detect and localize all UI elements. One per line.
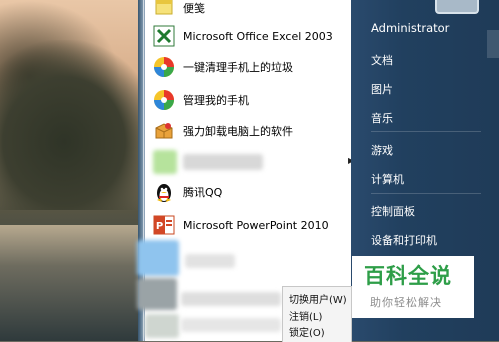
menu-item-documents[interactable]: 文档 (371, 52, 393, 68)
program-label: 强力卸载电脑上的软件 (183, 125, 293, 138)
program-item-phone-cleaner[interactable]: 一键清理手机上的垃圾 (153, 53, 293, 81)
user-avatar[interactable] (435, 0, 479, 14)
watermark-title: 百科全说 (364, 264, 452, 288)
svg-text:P: P (156, 221, 163, 232)
blurred-app-label (183, 154, 263, 170)
colorful-ball-icon (153, 56, 175, 78)
menu-item-control-panel[interactable]: 控制面板 (371, 203, 415, 219)
divider (371, 131, 481, 132)
wallpaper-river (0, 225, 160, 341)
log-off-item[interactable]: 注销(L) (289, 308, 322, 323)
qq-penguin-icon (153, 181, 175, 203)
wallpaper-mountain (0, 40, 160, 210)
program-label: 管理我的手机 (183, 94, 249, 107)
colorful-ball-icon (153, 89, 175, 111)
program-item-excel[interactable]: Microsoft Office Excel 2003 (153, 22, 333, 50)
switch-user-item[interactable]: 切换用户(W) (289, 291, 347, 306)
program-label: Microsoft PowerPoint 2010 (183, 218, 329, 232)
menu-item-devices-printers[interactable]: 设备和打印机 (371, 232, 437, 248)
excel-icon (153, 25, 175, 47)
menu-item-pictures[interactable]: 图片 (371, 81, 393, 97)
user-name[interactable]: Administrator (371, 21, 449, 35)
blurred-app-icon (153, 150, 177, 174)
menu-item-games[interactable]: 游戏 (371, 142, 393, 158)
shutdown-options-menu: 切换用户(W) 注销(L) 锁定(O) (282, 286, 352, 342)
uninstaller-box-icon (153, 120, 175, 142)
program-label: 一键清理手机上的垃圾 (183, 61, 293, 74)
program-item-uninstaller[interactable]: 强力卸载电脑上的软件 (153, 117, 293, 145)
program-item-powerpoint[interactable]: P Microsoft PowerPoint 2010 (153, 211, 329, 239)
divider (371, 193, 481, 194)
blurred-app-icon (137, 240, 179, 276)
user-picture-frame (487, 30, 499, 58)
menu-item-music[interactable]: 音乐 (371, 110, 393, 126)
blurred-app-label (181, 318, 281, 332)
menu-item-computer[interactable]: 计算机 (371, 171, 404, 187)
program-item-qq[interactable]: 腾讯QQ (153, 178, 222, 206)
blurred-app-label (185, 254, 235, 268)
blurred-app-icon (145, 314, 179, 338)
sticky-notes-icon (153, 0, 175, 19)
watermark-subtitle: 助你轻松解决 (370, 296, 442, 309)
program-label: Microsoft Office Excel 2003 (183, 29, 333, 43)
blurred-app-label (181, 292, 281, 306)
program-item-blurred[interactable] (153, 148, 263, 176)
blurred-app-icon (137, 278, 177, 310)
program-item-sticky-notes[interactable]: 便笺 (153, 0, 205, 22)
program-item-manage-phone[interactable]: 管理我的手机 (153, 86, 249, 114)
lock-item[interactable]: 锁定(O) (289, 324, 325, 339)
watermark-logo: 百科全说 助你轻松解决 (352, 256, 474, 318)
powerpoint-icon: P (153, 214, 175, 236)
program-label: 腾讯QQ (183, 186, 223, 199)
program-label: 便笺 (183, 2, 205, 15)
